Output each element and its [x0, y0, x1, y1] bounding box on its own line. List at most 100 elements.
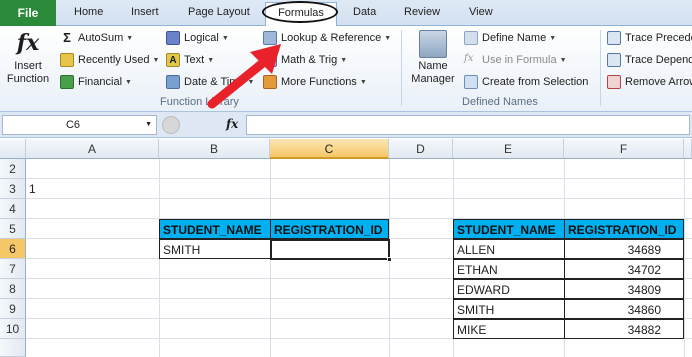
date-time-button[interactable]: Date & Time ▼	[166, 73, 254, 91]
name-manager-label-1: Name	[418, 60, 448, 72]
financial-button[interactable]: Financial ▼	[60, 73, 132, 91]
insert-function-fx-button[interactable]: fx	[226, 117, 238, 131]
create-from-selection-label: Create from Selection	[482, 76, 589, 88]
ribbon-separator	[600, 30, 601, 106]
worksheet-grid[interactable]: A B C D E F 2 3 4 5 6 7 8 9 10 1 STUDENT…	[0, 139, 692, 357]
autosum-button[interactable]: Σ AutoSum ▼	[60, 29, 133, 47]
more-functions-label: More Functions	[281, 76, 357, 88]
right-table-header-name[interactable]: STUDENT_NAME	[453, 219, 565, 239]
tag-icon	[464, 31, 478, 45]
more-functions-button[interactable]: More Functions ▼	[263, 73, 367, 91]
use-in-formula-label: Use in Formula	[482, 54, 557, 66]
gridline	[26, 198, 692, 199]
row-header-4[interactable]: 4	[0, 199, 26, 219]
table-row-name[interactable]: SMITH	[453, 299, 565, 319]
column-header-g[interactable]	[684, 139, 692, 159]
name-manager-button[interactable]: Name Manager	[408, 30, 458, 86]
table-row-name[interactable]: EDWARD	[453, 279, 565, 299]
tab-insert[interactable]: Insert	[131, 6, 159, 18]
table-row-name[interactable]: MIKE	[453, 319, 565, 339]
create-from-selection-button[interactable]: Create from Selection	[464, 73, 588, 91]
chevron-down-icon: ▼	[549, 34, 557, 42]
gridline	[26, 178, 692, 179]
text-book-icon: A	[166, 53, 180, 67]
defined-names-group-label: Defined Names	[462, 96, 538, 108]
row-header-9[interactable]: 9	[0, 299, 26, 319]
active-cell-selection[interactable]	[270, 239, 392, 262]
sigma-icon: Σ	[63, 30, 71, 45]
logical-button[interactable]: Logical ▼	[166, 29, 229, 47]
chevron-down-icon: ▼	[126, 34, 134, 42]
ribbon-separator	[401, 30, 402, 106]
remove-arrows-button[interactable]: Remove Arrows	[607, 73, 692, 91]
math-trig-button[interactable]: Math & Trig ▼	[263, 51, 347, 69]
tab-page-layout[interactable]: Page Layout	[188, 6, 250, 18]
column-header-a[interactable]: A	[26, 139, 159, 159]
table-row-id[interactable]: 34689	[564, 239, 684, 259]
lookup-reference-button[interactable]: Lookup & Reference ▼	[263, 29, 391, 47]
column-header-e[interactable]: E	[453, 139, 564, 159]
use-in-formula-button[interactable]: fx Use in Formula ▼	[464, 51, 567, 69]
chevron-down-icon: ▼	[221, 34, 229, 42]
row-header-8[interactable]: 8	[0, 279, 26, 299]
insert-function-label-2: Function	[6, 73, 50, 85]
right-table-header-id[interactable]: REGISTRATION_ID	[564, 219, 684, 239]
column-header-c[interactable]: C	[270, 139, 389, 159]
financial-label: Financial	[78, 76, 123, 88]
table-row-id[interactable]: 34809	[564, 279, 684, 299]
table-row-name[interactable]: ETHAN	[453, 259, 565, 279]
trace-precedents-button[interactable]: Trace Precedents	[607, 29, 692, 47]
cell-b6[interactable]: SMITH	[159, 239, 271, 259]
column-header-b[interactable]: B	[159, 139, 270, 159]
chevron-down-icon: ▼	[340, 56, 348, 64]
trace-precedents-label: Trace Precedents	[625, 32, 692, 44]
left-table-header-id[interactable]: REGISTRATION_ID	[270, 219, 389, 239]
text-button[interactable]: A Text ▼	[166, 51, 214, 69]
row-header-11[interactable]	[0, 339, 26, 357]
financial-book-icon	[60, 75, 74, 89]
table-row-id[interactable]: 34702	[564, 259, 684, 279]
left-table-header-name[interactable]: STUDENT_NAME	[159, 219, 271, 239]
fx-small-icon: fx	[464, 53, 474, 64]
tab-home[interactable]: Home	[74, 6, 103, 18]
fx-icon: fx	[16, 30, 40, 56]
row-header-5[interactable]: 5	[0, 219, 26, 239]
trace-dependents-label: Trace Dependents	[625, 54, 692, 66]
formula-input[interactable]	[246, 115, 690, 135]
date-time-label: Date & Time	[184, 76, 245, 88]
grid-selection-icon	[464, 75, 478, 89]
chevron-down-icon: ▼	[125, 78, 132, 86]
chevron-down-icon: ▼	[559, 56, 567, 64]
row-header-3[interactable]: 3	[0, 179, 26, 199]
row-header-10[interactable]: 10	[0, 319, 26, 339]
define-name-button[interactable]: Define Name ▼	[464, 29, 556, 47]
row-header-2[interactable]: 2	[0, 159, 26, 179]
magnifier-book-icon	[263, 31, 277, 45]
tab-view[interactable]: View	[469, 6, 493, 18]
column-header-d[interactable]: D	[389, 139, 453, 159]
row-header-6[interactable]: 6	[0, 239, 26, 259]
select-all-corner[interactable]	[0, 139, 26, 159]
formula-bar: C6 ▼ fx	[0, 112, 692, 138]
remove-arrows-label: Remove Arrows	[625, 76, 692, 88]
name-box[interactable]: C6 ▼	[2, 115, 157, 135]
chevron-down-icon: ▼	[152, 56, 160, 64]
table-row-id[interactable]: 34882	[564, 319, 684, 339]
name-manager-icon	[419, 30, 447, 58]
insert-function-label-1: Insert	[14, 60, 42, 72]
table-row-name[interactable]: ALLEN	[453, 239, 565, 259]
tab-data[interactable]: Data	[353, 6, 376, 18]
tab-review[interactable]: Review	[404, 6, 440, 18]
row-header-7[interactable]: 7	[0, 259, 26, 279]
column-header-f[interactable]: F	[564, 139, 684, 159]
table-row-id[interactable]: 34860	[564, 299, 684, 319]
text-label: Text	[184, 54, 205, 66]
recently-used-button[interactable]: Recently Used ▼	[60, 51, 159, 69]
insert-function-button[interactable]: fx Insert Function	[4, 30, 52, 86]
fill-handle[interactable]	[387, 257, 392, 262]
chevron-down-icon[interactable]: ▼	[145, 121, 152, 128]
trace-dependents-button[interactable]: Trace Dependents	[607, 51, 692, 69]
tab-file[interactable]: File	[0, 0, 56, 26]
cell-a3[interactable]: 1	[26, 179, 86, 199]
name-manager-label-2: Manager	[411, 73, 455, 85]
